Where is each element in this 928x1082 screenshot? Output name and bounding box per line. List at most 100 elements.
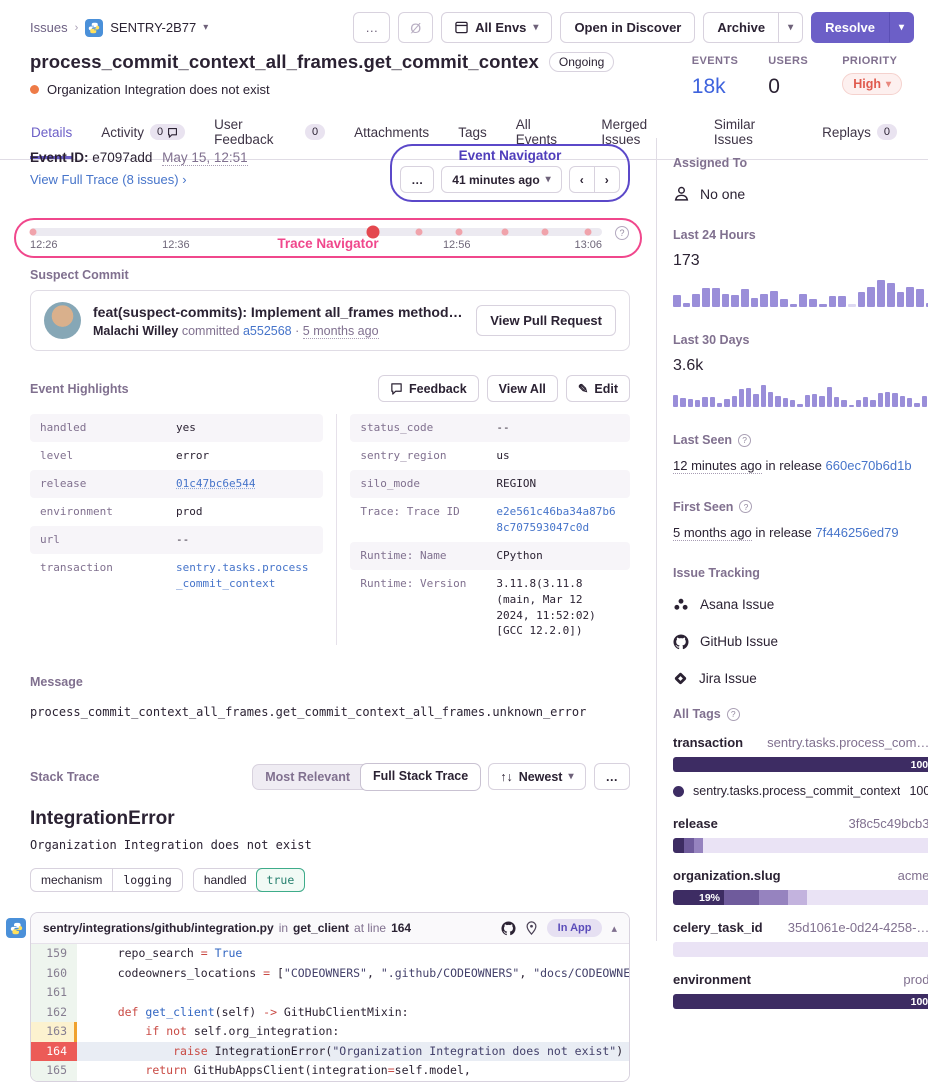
chevron-down-icon[interactable]: ▾ — [203, 22, 208, 33]
frame-file-path[interactable]: sentry/integrations/github/integration.p… — [43, 921, 274, 935]
last-24-hours-heading: Last 24 Hours — [673, 228, 928, 242]
code-line[interactable]: 163 if not self.org_integration: — [31, 1022, 629, 1042]
stack-more-button[interactable]: … — [594, 763, 631, 790]
more-actions-button[interactable]: … — [353, 12, 390, 43]
trace-event-dot[interactable] — [29, 229, 36, 236]
line-number: 161 — [31, 983, 77, 1003]
view-all-button[interactable]: View All — [487, 375, 558, 402]
last-24-hours-count[interactable]: 173 — [673, 252, 928, 270]
view-pull-request-button[interactable]: View Pull Request — [476, 305, 616, 336]
code-line[interactable]: 160 codeowners_locations = ["CODEOWNERS"… — [31, 964, 629, 984]
message-text: process_commit_context_all_frames.get_co… — [30, 705, 630, 719]
commit-meta: Malachi Willey committed a552568 · 5 mon… — [93, 324, 464, 338]
breadcrumb-issues-link[interactable]: Issues — [30, 20, 68, 35]
event-highlight-row: Runtime: Version3.11.8(3.11.8 (main, Mar… — [350, 570, 630, 646]
tag-distribution-bar[interactable] — [673, 838, 928, 853]
issue-tracking-item-asana[interactable]: Asana Issue+ — [673, 596, 928, 613]
stack-frame-card[interactable]: sentry/integrations/github/integration.p… — [30, 912, 630, 1082]
full-stack-trace-toggle[interactable]: Full Stack Trace — [361, 764, 480, 790]
chart-bar — [907, 398, 912, 407]
tag-header[interactable]: organization.slugacme▾ — [673, 868, 928, 883]
sort-dropdown[interactable]: ↑↓ Newest▾ — [488, 763, 585, 790]
mute-button[interactable]: Ø — [398, 12, 433, 43]
divider — [336, 414, 337, 645]
code-line[interactable]: 159 repo_search = True — [31, 944, 629, 964]
help-icon[interactable]: ? — [615, 226, 629, 240]
commit-sha-link[interactable]: a552568 — [243, 324, 292, 338]
issue-tracking-item-jira[interactable]: Jira Issue+ — [673, 670, 928, 687]
feedback-button[interactable]: Feedback — [378, 375, 479, 402]
view-full-trace-link[interactable]: View Full Trace (8 issues) › — [30, 172, 187, 187]
kv-value: -- — [496, 420, 509, 436]
archive-dropdown-button[interactable]: ▾ — [779, 12, 803, 43]
tag-header[interactable]: release3f8c5c49bcb3▾ — [673, 816, 928, 831]
tag-distribution-bar[interactable] — [673, 942, 928, 957]
tag-distribution-bar[interactable]: 19% — [673, 890, 928, 905]
event-navigator-label: Event Navigator — [400, 148, 620, 163]
code-line[interactable]: 161 — [31, 983, 629, 1003]
environment-selector-button[interactable]: All Envs▾ — [441, 12, 552, 43]
kv-key: level — [40, 448, 176, 464]
tag-header[interactable]: environmentprod▾ — [673, 972, 928, 987]
chevron-up-icon[interactable]: ▴ — [611, 922, 617, 935]
code-line[interactable]: 162 def get_client(self) -> GitHubClient… — [31, 1003, 629, 1023]
breadcrumb-short-id[interactable]: SENTRY-2B77 — [110, 20, 196, 35]
archive-button[interactable]: Archive — [703, 12, 779, 43]
mechanism-pill: mechanismlogging — [30, 868, 183, 892]
tag-distribution-bar[interactable]: 100% — [673, 994, 928, 1009]
pin-icon[interactable] — [525, 921, 538, 935]
trace-event-dot[interactable] — [456, 229, 463, 236]
kv-key: transaction — [40, 560, 176, 592]
tag-top-value: sentry.tasks.process_com… — [767, 735, 928, 750]
open-in-discover-button[interactable]: Open in Discover — [560, 12, 695, 43]
sort-icon: ↑↓ — [500, 770, 513, 784]
resolve-dropdown-button[interactable]: ▾ — [889, 12, 914, 43]
code-line[interactable]: 165 return GitHubAppsClient(integration=… — [31, 1061, 629, 1081]
last-24-hours-chart[interactable] — [673, 280, 928, 307]
trace-event-dot[interactable] — [415, 229, 422, 236]
chart-bar — [753, 394, 758, 407]
github-icon — [673, 634, 689, 650]
trace-timeline-track[interactable] — [30, 228, 602, 236]
issue-tracking-item-github[interactable]: GitHub Issue+ — [673, 633, 928, 650]
event-time-dropdown[interactable]: 41 minutes ago▾ — [441, 166, 561, 193]
tag-legend-row[interactable]: sentry.tasks.process_commit_context100% — [673, 784, 928, 798]
code-line[interactable]: 164 raise IntegrationError("Organization… — [31, 1042, 629, 1062]
first-seen-release-link[interactable]: 7f446256ed79 — [815, 525, 898, 540]
kv-value[interactable]: e2e561c46ba34a87b68c707593047c0d — [496, 504, 620, 536]
events-count[interactable]: 18k — [692, 75, 738, 99]
priority-dropdown[interactable]: High▾ — [842, 73, 902, 95]
trace-event-dot[interactable] — [501, 229, 508, 236]
trace-event-dot[interactable] — [541, 229, 548, 236]
last-30-days-count[interactable]: 3.6k — [673, 357, 928, 375]
last-seen-release-link[interactable]: 660ec70b6d1b — [826, 458, 912, 473]
github-icon[interactable] — [501, 921, 516, 936]
tag-header[interactable]: transactionsentry.tasks.process_com…▴ — [673, 735, 928, 750]
event-highlights-right-table: status_code--sentry_regionussilo_modeREG… — [350, 414, 630, 645]
exception-type: IntegrationError — [30, 808, 630, 830]
line-number: 159 — [31, 944, 77, 964]
last-30-days-chart[interactable] — [673, 385, 928, 407]
tag-distribution-bar[interactable]: 100% — [673, 757, 928, 772]
assignee-selector[interactable]: No one ▾ — [673, 185, 928, 202]
users-count[interactable]: 0 — [768, 75, 812, 99]
chart-bar — [790, 400, 795, 407]
event-more-button[interactable]: … — [400, 166, 434, 193]
prev-event-button[interactable]: ‹ — [569, 166, 595, 193]
kv-value: -- — [176, 532, 189, 548]
chart-bar — [819, 396, 824, 407]
edit-button[interactable]: ✎ Edit — [566, 375, 630, 402]
next-event-button[interactable]: › — [595, 166, 620, 193]
chevron-down-icon: ▾ — [546, 174, 551, 185]
event-id-value[interactable]: e7097add — [92, 150, 152, 165]
event-date[interactable]: May 15, 12:51 — [162, 150, 248, 166]
tag-header[interactable]: celery_task_id35d1061e-0d24-4258-…▾ — [673, 920, 928, 935]
tag-bar-segment: 19% — [673, 890, 724, 905]
frame-line-number: 164 — [391, 921, 411, 935]
trace-event-dot[interactable] — [584, 229, 591, 236]
kv-value[interactable]: 01c47bc6e544 — [176, 476, 255, 492]
most-relevant-toggle[interactable]: Most Relevant — [253, 765, 362, 789]
chart-bar — [819, 304, 827, 307]
resolve-button[interactable]: Resolve — [811, 12, 889, 43]
kv-value[interactable]: sentry.tasks.process_commit_context — [176, 560, 313, 592]
